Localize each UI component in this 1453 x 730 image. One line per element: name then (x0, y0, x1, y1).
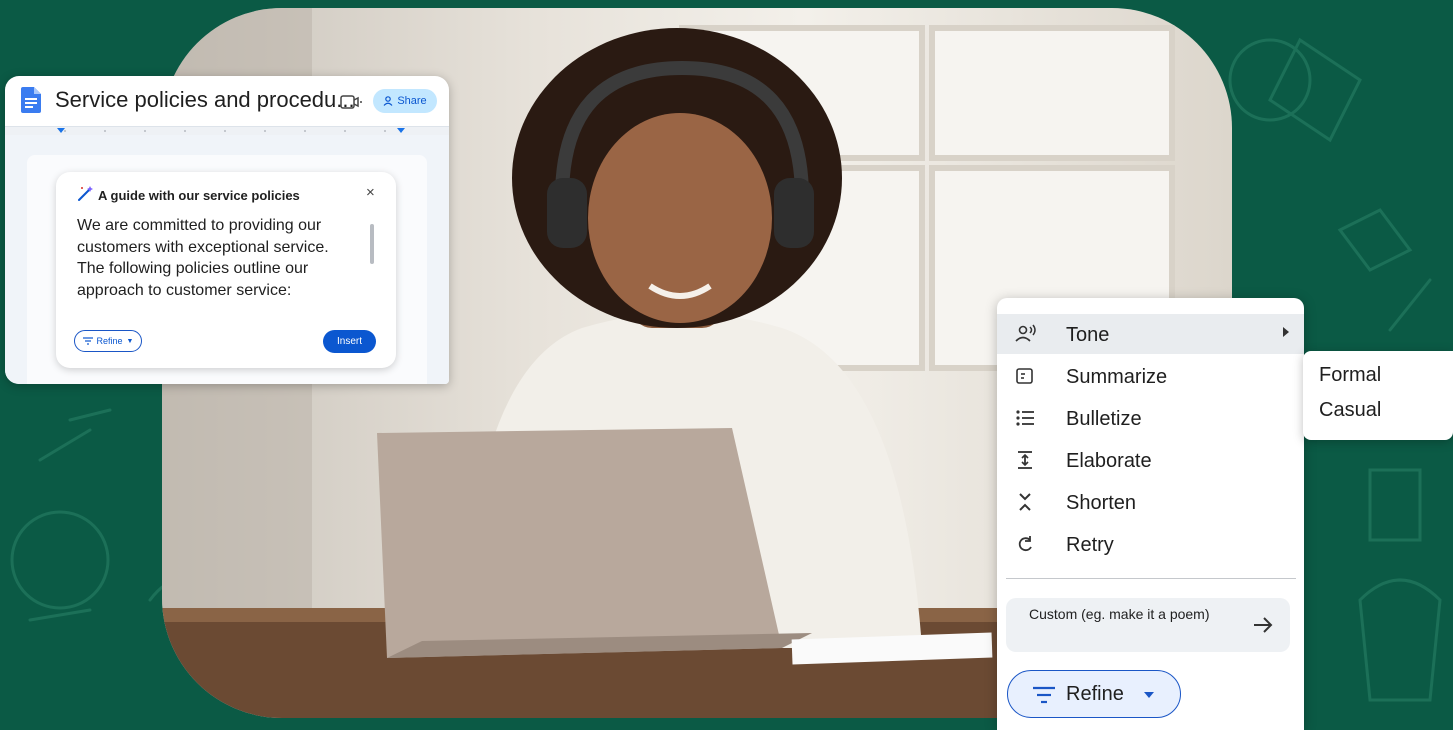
share-button[interactable]: Share (373, 89, 437, 113)
menu-label-retry: Retry (1066, 534, 1114, 556)
menu-label-elaborate: Elaborate (1066, 450, 1152, 472)
menu-item-summarize[interactable]: Summarize (997, 356, 1304, 396)
menu-divider (1006, 578, 1296, 579)
arrow-right-icon[interactable] (1252, 615, 1274, 635)
tone-submenu: Formal Casual (1303, 351, 1453, 440)
menu-item-tone[interactable]: Tone (997, 314, 1304, 354)
refine-label-small: Refine (96, 336, 123, 346)
close-icon[interactable]: × (366, 184, 375, 201)
menu-item-shorten[interactable]: Shorten (997, 482, 1304, 522)
filter-icon (1033, 686, 1055, 704)
submenu-item-casual[interactable]: Casual (1319, 399, 1381, 422)
help-card-title: A guide with our service policies (98, 188, 300, 203)
bulletize-icon (1016, 410, 1034, 426)
refine-label: Refine (1066, 683, 1124, 705)
insert-button[interactable]: Insert (323, 330, 376, 353)
chevron-down-icon: ▼ (126, 337, 134, 345)
elaborate-icon (1018, 451, 1032, 469)
refine-button[interactable]: Refine (1007, 670, 1181, 718)
menu-item-bulletize[interactable]: Bulletize (997, 398, 1304, 438)
share-person-icon (383, 96, 393, 106)
menu-label-tone: Tone (1066, 324, 1110, 346)
help-me-write-card: A guide with our service policies × We a… (56, 172, 396, 368)
chevron-down-icon (1144, 692, 1154, 698)
menu-label-summarize: Summarize (1066, 366, 1168, 388)
document-title[interactable]: Service policies and procedu... (55, 87, 355, 113)
share-label: Share (397, 95, 427, 107)
custom-prompt-input[interactable]: Custom (eg. make it a poem) (1006, 598, 1290, 652)
tone-icon (1015, 324, 1036, 342)
menu-label-shorten: Shorten (1066, 492, 1137, 514)
google-docs-icon[interactable] (21, 87, 41, 113)
menu-item-retry[interactable]: Retry (997, 524, 1304, 564)
magic-wand-icon (78, 186, 93, 201)
scrollbar[interactable] (370, 224, 374, 264)
submenu-arrow-icon (1283, 327, 1289, 337)
retry-icon (1018, 536, 1032, 552)
generated-text: We are committed to providing our custom… (77, 217, 329, 299)
custom-prompt-placeholder: Custom (eg. make it a poem) (1029, 606, 1210, 622)
refine-button-small[interactable]: Refine ▼ (74, 330, 142, 352)
filter-icon (82, 337, 93, 345)
shorten-icon (1019, 493, 1031, 511)
meet-icon[interactable] (340, 93, 364, 111)
summarize-icon (1016, 368, 1033, 384)
ruler (5, 126, 449, 135)
docs-header: Service policies and procedu... Share (5, 76, 449, 126)
menu-label-bulletize: Bulletize (1066, 408, 1142, 430)
menu-item-elaborate[interactable]: Elaborate (997, 440, 1304, 480)
submenu-item-formal[interactable]: Formal (1319, 364, 1381, 387)
refine-menu: Tone Summarize Bulletize Elaborate Short… (997, 298, 1304, 730)
